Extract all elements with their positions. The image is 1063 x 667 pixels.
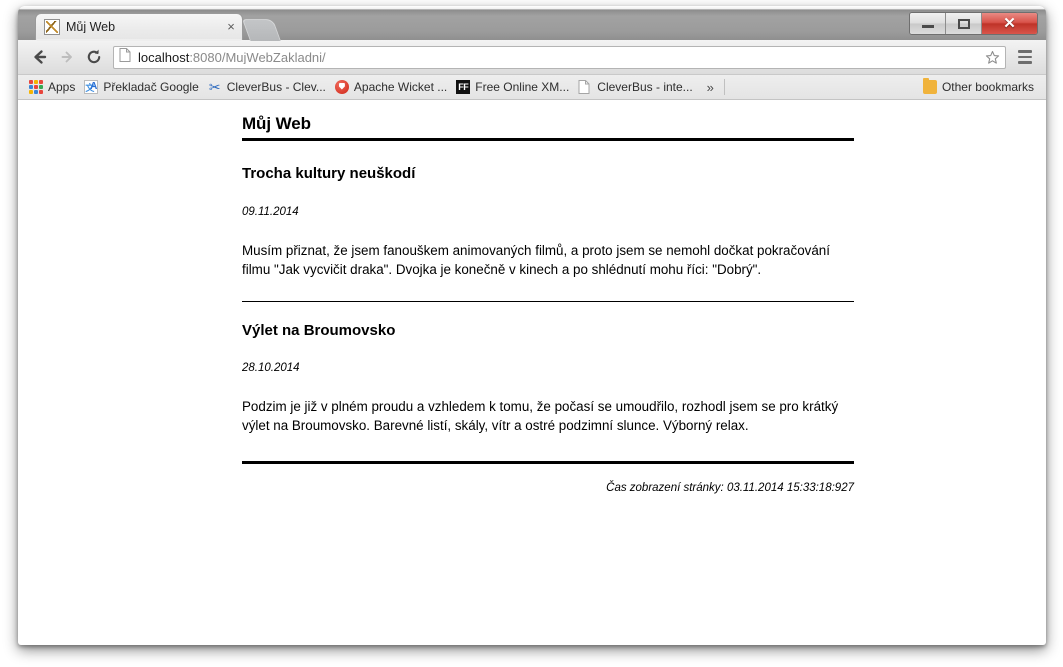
bookmark-label: CleverBus - Clev... [226,80,326,94]
bookmark-cleverbus-inte[interactable]: CleverBus - inte... [575,78,698,96]
article-date: 28.10.2014 [242,362,300,375]
bookmark-cleverbus-clev[interactable]: ✂ CleverBus - Clev... [205,78,332,96]
other-bookmarks-label: Other bookmarks [941,80,1034,94]
page-document-icon [119,47,132,67]
web-page-content: Můj Web Trocha kultury neuškodí 09.11.20… [242,113,854,496]
browser-toolbar: localhost:8080/MujWebZakladni/ [18,40,1046,75]
article-body: Podzim je již v plném proudu a vzhledem … [242,399,839,434]
tab-title: Můj Web [66,20,116,34]
bookmark-apache-wicket[interactable]: Apache Wicket ... [332,78,453,96]
bookmark-label: Apache Wicket ... [353,80,448,94]
article-2: Výlet na Broumovsko 28.10.2014 Podzim je… [242,321,854,436]
desktop-background: Můj Web × ✕ localhost:8080/MujWebZakladn… [0,0,1063,667]
article-title: Výlet na Broumovsko [242,321,396,339]
close-button[interactable]: ✕ [982,13,1037,34]
back-button[interactable] [26,44,53,71]
new-tab-button[interactable] [241,19,282,41]
wicket-icon [334,80,349,94]
article-body: Musím přiznat, že jsem fanouškem animova… [242,242,830,278]
page-viewport: Můj Web Trocha kultury neuškodí 09.11.20… [18,100,1046,645]
bookmark-star-icon[interactable] [983,50,1001,65]
page-title: Můj Web [242,114,311,133]
bookmarks-overflow-button[interactable]: » [699,81,722,94]
maximize-button[interactable] [946,13,982,34]
browser-window: Můj Web × ✕ localhost:8080/MujWebZakladn… [18,6,1046,645]
hamburger-line [1018,50,1032,53]
back-arrow-icon [33,50,46,64]
article-date: 09.11.2014 [242,205,299,218]
folder-icon [922,78,937,94]
bookmark-label: Apps [48,80,76,94]
translate-icon: 文A [84,80,99,94]
titlebar-top-highlight [18,6,1046,9]
reload-button[interactable] [80,44,107,71]
bookmark-apps[interactable]: Apps [26,78,81,96]
bookmark-free-online-xml[interactable]: FF Free Online XM... [453,78,575,96]
minimize-button[interactable] [910,13,946,34]
bookmark-label: Překladač Google [103,80,199,94]
page-render-timestamp: Čas zobrazení stránky: 03.11.2014 15:33:… [606,481,854,494]
address-bar-url: localhost:8080/MujWebZakladni/ [138,51,983,64]
apps-grid-icon [29,80,43,94]
article-1: Trocha kultury neuškodí 09.11.2014 Musím… [242,164,854,279]
bookmark-label: CleverBus - inte... [597,80,693,94]
forward-arrow-icon [61,51,72,63]
bookmarks-separator [723,79,725,95]
browser-titlebar[interactable]: Můj Web × ✕ [18,6,1046,41]
minimize-icon [921,25,934,28]
reload-icon [87,49,100,64]
other-bookmarks-folder[interactable]: Other bookmarks [920,78,1040,96]
hamburger-line [1018,55,1032,59]
broken-image-favicon [44,19,60,35]
article-title: Trocha kultury neuškodí [242,165,416,183]
maximize-icon [957,18,970,29]
bookmarks-bar: Apps 文A Překladač Google ✂ CleverBus - C… [18,75,1046,100]
window-controls: ✕ [909,12,1038,35]
chrome-menu-button[interactable] [1012,45,1038,70]
ff-icon: FF [456,80,471,94]
address-bar[interactable]: localhost:8080/MujWebZakladni/ [113,45,1006,69]
close-icon: ✕ [1003,15,1016,32]
scissors-icon: ✂ [208,79,221,95]
url-path: :8080/MujWebZakladni/ [189,50,326,64]
url-host: localhost [138,50,190,64]
tab-close-icon[interactable]: × [224,20,238,34]
browser-tab[interactable]: Můj Web × [35,13,243,41]
bookmark-prekladac-google[interactable]: 文A Překladač Google [81,78,204,96]
hamburger-line [1018,61,1032,64]
page-icon [578,80,592,94]
forward-button[interactable] [53,44,80,71]
bookmark-label: Free Online XM... [475,80,570,94]
